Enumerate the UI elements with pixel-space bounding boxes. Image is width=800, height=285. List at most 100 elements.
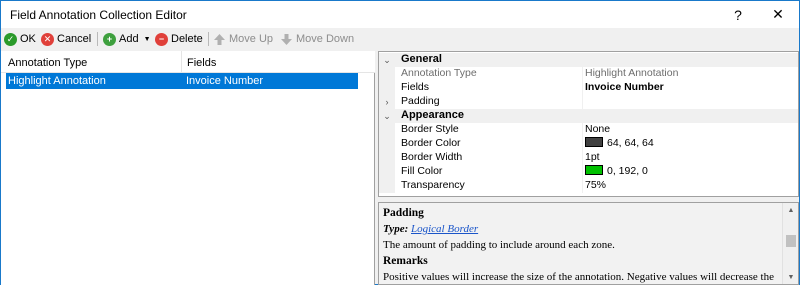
close-icon: ✕: [772, 6, 784, 22]
delete-button[interactable]: − Delete: [155, 30, 203, 48]
column-divider: [582, 123, 583, 137]
arrow-up-icon: [213, 33, 226, 46]
gutter: [379, 123, 395, 137]
scroll-up-icon[interactable]: ▲: [783, 203, 798, 217]
column-divider[interactable]: [181, 51, 182, 73]
property-value[interactable]: 64, 64, 64: [585, 137, 654, 149]
property-row[interactable]: Border Width 1pt: [379, 151, 798, 165]
arrow-down-icon: [280, 33, 293, 46]
scroll-thumb[interactable]: [786, 235, 796, 247]
list-header: Annotation Type Fields: [1, 51, 375, 73]
column-divider: [582, 151, 583, 165]
property-row[interactable]: Fill Color 0, 192, 0: [379, 165, 798, 179]
gutter: [379, 179, 395, 193]
list-item-fields: Invoice Number: [186, 75, 264, 87]
gutter: [379, 151, 395, 165]
gutter: [379, 67, 395, 81]
column-divider: [582, 81, 583, 95]
column-divider: [582, 165, 583, 179]
property-value[interactable]: 0, 192, 0: [585, 165, 648, 177]
property-row[interactable]: Fields Invoice Number: [379, 81, 798, 95]
property-value[interactable]: 1pt: [585, 151, 600, 163]
add-button[interactable]: + Add ▼: [103, 30, 151, 48]
add-icon: +: [103, 32, 116, 46]
help-scrollbar[interactable]: ▲ ▼: [782, 203, 798, 284]
help-type-prefix: Type:: [383, 223, 409, 235]
help-remarks-text: Positive values will increase the size o…: [383, 271, 774, 283]
move-up-button[interactable]: Move Up: [213, 30, 273, 48]
help-title: Padding: [383, 207, 424, 219]
property-row[interactable]: › Padding: [379, 95, 798, 109]
property-name: Fill Color: [401, 165, 443, 177]
help-icon: ?: [734, 6, 742, 23]
property-value[interactable]: 75%: [585, 179, 606, 191]
add-label: Add: [119, 33, 139, 45]
cancel-label: Cancel: [57, 33, 92, 45]
category-label: General: [401, 53, 442, 65]
cancel-icon: ✕: [41, 32, 54, 46]
color-swatch: [585, 137, 603, 147]
property-value: Highlight Annotation: [585, 67, 679, 79]
column-divider: [582, 137, 583, 151]
help-type-line: Type: Logical Border: [383, 223, 779, 239]
help-button[interactable]: ?: [721, 1, 755, 28]
collapse-icon[interactable]: ⌄: [379, 109, 395, 123]
property-row[interactable]: Border Color 64, 64, 64: [379, 137, 798, 151]
window-title: Field Annotation Collection Editor: [10, 8, 187, 22]
property-grid: ⌄ General Annotation Type Highlight Anno…: [378, 51, 799, 197]
property-name: Fields: [401, 81, 430, 93]
help-remarks-title: Remarks: [383, 255, 428, 267]
color-swatch: [585, 165, 603, 175]
category-appearance[interactable]: ⌄ Appearance: [379, 109, 798, 123]
expand-icon[interactable]: ›: [379, 95, 395, 109]
gutter: [379, 137, 395, 151]
close-button[interactable]: ✕: [761, 1, 795, 28]
type-link[interactable]: Logical Border: [411, 223, 478, 235]
help-content: Padding Type: Logical Border The amount …: [383, 207, 779, 284]
ok-button[interactable]: ✓ OK: [4, 30, 36, 48]
property-row[interactable]: Annotation Type Highlight Annotation: [379, 67, 798, 81]
cancel-button[interactable]: ✕ Cancel: [41, 30, 91, 48]
move-down-label: Move Down: [296, 33, 355, 45]
delete-label: Delete: [171, 33, 203, 45]
gutter: [379, 81, 395, 95]
column-header-fields[interactable]: Fields: [187, 57, 216, 69]
move-up-label: Move Up: [229, 33, 274, 45]
gutter: [379, 165, 395, 179]
column-header-annotation-type[interactable]: Annotation Type: [8, 57, 87, 69]
column-divider: [582, 95, 583, 109]
property-name: Border Width: [401, 151, 463, 163]
color-value: 64, 64, 64: [607, 137, 654, 149]
column-divider: [582, 179, 583, 193]
title-bar: Field Annotation Collection Editor ? ✕: [1, 1, 799, 28]
move-down-button[interactable]: Move Down: [280, 30, 354, 48]
dropdown-caret-icon[interactable]: ▼: [144, 36, 151, 43]
category-label: Appearance: [401, 109, 464, 121]
color-value: 0, 192, 0: [607, 165, 648, 177]
property-value[interactable]: Invoice Number: [585, 81, 664, 93]
scroll-down-icon[interactable]: ▼: [783, 270, 798, 284]
delete-icon: −: [155, 32, 168, 46]
column-divider: [582, 67, 583, 81]
collapse-icon[interactable]: ⌄: [379, 53, 395, 67]
checkmark-icon: ✓: [4, 32, 17, 46]
property-name: Annotation Type: [401, 67, 477, 79]
help-panel: Padding Type: Logical Border The amount …: [378, 202, 799, 285]
toolbar-separator: [208, 32, 209, 46]
help-description: The amount of padding to include around …: [383, 239, 615, 251]
toolbar: ✓ OK ✕ Cancel + Add ▼ − Delete Move Up M…: [1, 28, 799, 50]
ok-label: OK: [20, 33, 36, 45]
property-row[interactable]: Transparency 75%: [379, 179, 798, 193]
property-value[interactable]: None: [585, 123, 610, 135]
property-row[interactable]: Border Style None: [379, 123, 798, 137]
property-name: Transparency: [401, 179, 465, 191]
property-name: Border Color: [401, 137, 461, 149]
toolbar-separator: [97, 32, 98, 46]
list-item[interactable]: Highlight Annotation Invoice Number: [6, 73, 358, 89]
property-name: Border Style: [401, 123, 459, 135]
annotation-list: Annotation Type Fields Highlight Annotat…: [1, 51, 375, 285]
list-item-annotation-type: Highlight Annotation: [8, 75, 106, 87]
property-name: Padding: [401, 95, 440, 107]
collection-editor-window: Field Annotation Collection Editor ? ✕ ✓…: [0, 0, 800, 285]
category-general[interactable]: ⌄ General: [379, 53, 798, 67]
